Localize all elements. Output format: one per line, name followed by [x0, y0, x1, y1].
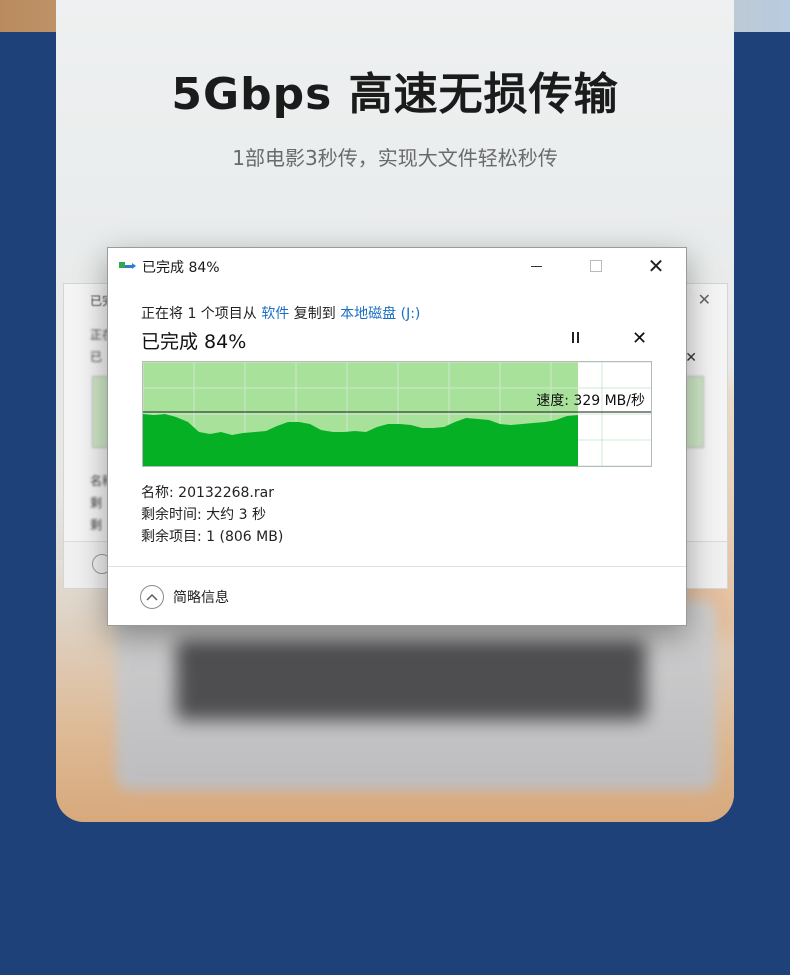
minimize-button[interactable]	[506, 248, 566, 284]
time-remaining: 剩余时间: 大约 3 秒	[141, 507, 266, 523]
pause-icon	[571, 332, 574, 343]
blurred-keyboard	[176, 640, 646, 720]
cancel-button[interactable]: ✕	[632, 328, 647, 349]
destination-link[interactable]: 本地磁盘 (J:)	[340, 306, 420, 322]
pause-button[interactable]	[568, 332, 582, 346]
speed-label: 速度: 329 MB/秒	[536, 393, 645, 409]
maximize-icon	[590, 260, 602, 272]
less-details-button[interactable]: 简略信息	[140, 585, 229, 609]
close-button[interactable]: ✕	[626, 248, 686, 284]
transfer-speed-graph: 速度: 329 MB/秒	[142, 361, 652, 467]
transfer-description: 正在将 1 个项目从 软件 复制到 本地磁盘 (J:)	[141, 303, 420, 323]
copy-progress-dialog: 已完成 84% ✕ 正在将 1 个项目从 软件 复制到 本地磁盘 (J:) 已完…	[107, 247, 687, 626]
less-details-label: 简略信息	[173, 590, 229, 606]
window-title: 已完成 84%	[142, 260, 220, 276]
cancel-icon: ✕	[632, 328, 648, 349]
items-remaining: 剩余项目: 1 (806 MB)	[141, 529, 284, 545]
speed-graph-canvas	[143, 362, 651, 466]
percent-complete: 已完成 84%	[141, 331, 247, 353]
copy-transfer-icon	[119, 261, 136, 271]
close-icon: ✕	[647, 254, 665, 278]
minimize-icon	[530, 265, 542, 267]
dialog-footer: 简略信息	[108, 566, 686, 625]
background-close-icon: ✕	[697, 290, 711, 309]
maximize-button[interactable]	[566, 248, 626, 284]
chevron-up-icon	[140, 585, 164, 609]
subline: 1部电影3秒传，实现大文件轻松秒传	[232, 146, 558, 170]
transfer-prefix: 正在将 1 个项目从	[141, 306, 262, 322]
file-name: 名称: 20132268.rar	[141, 485, 274, 501]
title-bar[interactable]: 已完成 84% ✕	[108, 248, 686, 284]
transfer-middle: 复制到	[289, 306, 341, 322]
source-link[interactable]: 软件	[261, 306, 289, 322]
headline: 5Gbps 高速无损传输	[171, 69, 619, 120]
background-cancel-icon: ✕	[685, 350, 697, 366]
transfer-info: 名称: 20132268.rar 剩余时间: 大约 3 秒 剩余项目: 1 (8…	[141, 482, 283, 548]
